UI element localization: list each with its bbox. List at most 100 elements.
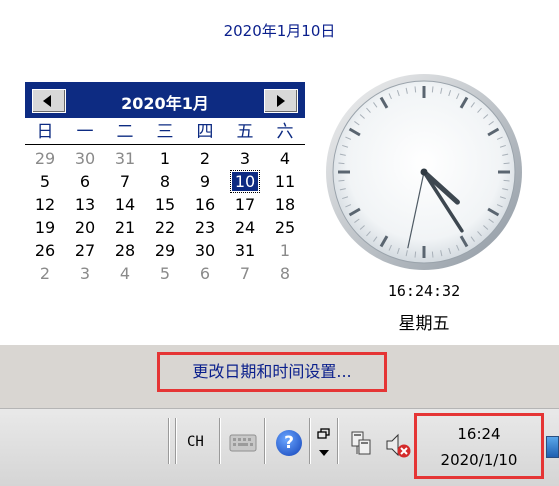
calendar-day[interactable]: 31	[105, 147, 145, 170]
calendar-day-number: 18	[274, 195, 296, 214]
calendar-day[interactable]: 29	[145, 239, 185, 262]
help-icon[interactable]: ?	[276, 430, 302, 456]
calendar-day-number: 11	[274, 172, 296, 191]
calendar-day-number: 14	[114, 195, 136, 214]
clock-tick	[338, 162, 345, 165]
calendar-day-number: 29	[34, 149, 56, 168]
calendar-day-number: 30	[74, 149, 96, 168]
calendar-day[interactable]: 15	[145, 193, 185, 216]
calendar-day[interactable]: 30	[65, 147, 105, 170]
calendar-day[interactable]: 28	[105, 239, 145, 262]
calendar-day[interactable]: 1	[265, 239, 305, 262]
calendar-day-number: 6	[199, 264, 211, 283]
restore-options-icon[interactable]	[315, 426, 333, 460]
calendar-day-number: 3	[79, 264, 91, 283]
calendar-day[interactable]: 30	[185, 239, 225, 262]
calendar-day-number: 17	[234, 195, 256, 214]
calendar-day-number: 8	[159, 172, 171, 191]
calendar-day[interactable]: 3	[225, 147, 265, 170]
calendar-day[interactable]: 26	[25, 239, 65, 262]
calendar-day-number: 19	[34, 218, 56, 237]
calendar-day[interactable]: 4	[105, 262, 145, 285]
calendar-day[interactable]: 1	[145, 147, 185, 170]
current-date-link[interactable]: 2020年1月10日	[0, 20, 559, 41]
calendar-day[interactable]: 22	[145, 216, 185, 239]
taskbar-divider	[264, 418, 265, 464]
calendar-day-number: 5	[159, 264, 171, 283]
change-date-time-settings-link[interactable]: 更改日期和时间设置...	[157, 352, 387, 392]
taskbar-divider	[337, 418, 338, 464]
taskbar-divider	[219, 418, 220, 464]
calendar-day[interactable]: 2	[25, 262, 65, 285]
calendar-day[interactable]: 3	[65, 262, 105, 285]
calendar-day[interactable]: 17	[225, 193, 265, 216]
calendar-day-number: 4	[279, 149, 291, 168]
calendar-day[interactable]: 24	[225, 216, 265, 239]
calendar-day-number: 30	[194, 241, 216, 260]
calendar-day[interactable]: 8	[265, 262, 305, 285]
calendar-day[interactable]: 19	[25, 216, 65, 239]
calendar-day[interactable]: 5	[25, 170, 65, 193]
calendar-day-number: 29	[154, 241, 176, 260]
calendar-day-number: 24	[234, 218, 256, 237]
clock-tick	[338, 179, 345, 182]
keyboard-icon[interactable]	[229, 432, 257, 454]
weekday-header: 四	[196, 122, 214, 142]
show-desktop-button[interactable]	[546, 428, 559, 468]
calendar-day[interactable]: 13	[65, 193, 105, 216]
calendar-day[interactable]: 23	[185, 216, 225, 239]
language-indicator[interactable]: CH	[187, 434, 204, 450]
calendar-day[interactable]: 31	[225, 239, 265, 262]
calendar-day[interactable]: 29	[25, 147, 65, 170]
calendar-day[interactable]: 5	[145, 262, 185, 285]
calendar-day[interactable]: 12	[25, 193, 65, 216]
calendar-day-number: 22	[154, 218, 176, 237]
calendar-day[interactable]: 27	[65, 239, 105, 262]
weekday-header: 五	[236, 122, 254, 142]
next-month-button[interactable]	[264, 89, 298, 113]
calendar-day[interactable]: 6	[65, 170, 105, 193]
calendar-day[interactable]: 7	[105, 170, 145, 193]
clock-tick	[414, 86, 417, 93]
clock-tick	[431, 86, 434, 93]
calendar-day[interactable]: 10	[225, 170, 265, 193]
taskbar-divider	[309, 418, 310, 464]
calendar-day[interactable]: 7	[225, 262, 265, 285]
tray-date: 2020/1/10	[440, 451, 518, 469]
weekday-header-row: 日一二三四五六	[25, 118, 305, 145]
calendar-day[interactable]: 16	[185, 193, 225, 216]
calendar-day[interactable]: 20	[65, 216, 105, 239]
calendar-day[interactable]: 2	[185, 147, 225, 170]
calendar-day-number: 1	[279, 241, 291, 260]
calendar-day[interactable]: 14	[105, 193, 145, 216]
calendar-header: 2020年1月	[25, 82, 305, 118]
calendar-day[interactable]: 4	[265, 147, 305, 170]
calendar-day-number: 21	[114, 218, 136, 237]
weekday-header: 一	[76, 122, 94, 142]
calendar-day[interactable]: 25	[265, 216, 305, 239]
network-icon[interactable]	[349, 430, 375, 458]
tray-clock[interactable]: 16:24 2020/1/10	[414, 413, 544, 479]
calendar-month-title[interactable]: 2020年1月	[25, 90, 305, 114]
taskbar-divider	[168, 418, 169, 464]
calendar-day-number: 15	[154, 195, 176, 214]
calendar-day[interactable]: 21	[105, 216, 145, 239]
calendar-day-number: 23	[194, 218, 216, 237]
calendar-day[interactable]: 9	[185, 170, 225, 193]
calendar-day[interactable]: 11	[265, 170, 305, 193]
calendar-day-number: 7	[239, 264, 251, 283]
calendar-day-number: 25	[274, 218, 296, 237]
calendar-day[interactable]: 8	[145, 170, 185, 193]
calendar-day-number: 16	[194, 195, 216, 214]
calendar-day[interactable]: 6	[185, 262, 225, 285]
calendar-day-number: 26	[34, 241, 56, 260]
calendar-day-number: 20	[74, 218, 96, 237]
calendar-day-number: 28	[114, 241, 136, 260]
clock-center-pin	[420, 168, 428, 176]
calendar-day[interactable]: 18	[265, 193, 305, 216]
clock-tick	[503, 162, 510, 165]
calendar-day-number: 12	[34, 195, 56, 214]
taskbar-divider	[175, 418, 176, 464]
calendar-day-number: 1	[159, 149, 171, 168]
speaker-muted-icon[interactable]	[384, 432, 414, 460]
